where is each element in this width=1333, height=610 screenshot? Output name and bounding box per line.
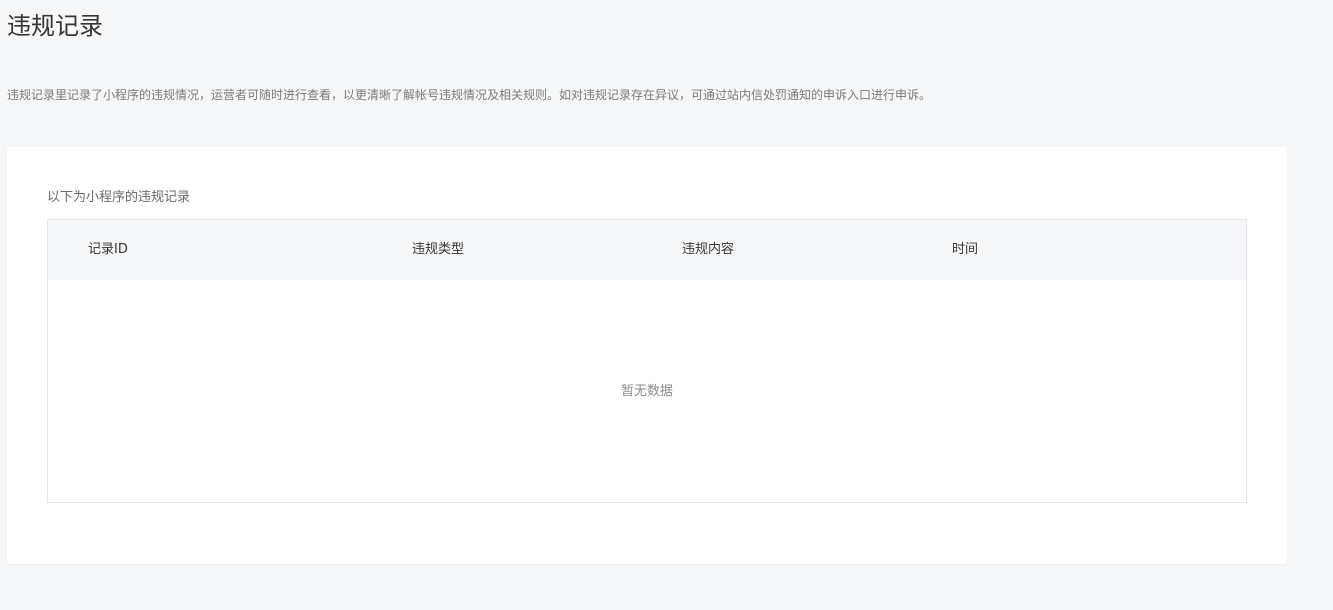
records-table: 记录ID 违规类型 违规内容 时间 暂无数据 [47,219,1247,503]
page-description: 违规记录里记录了小程序的违规情况，运营者可随时进行查看，以更清晰了解帐号违规情况… [7,88,932,102]
column-header-time: 时间 [952,242,979,257]
column-header-record-id: 记录ID [88,242,128,257]
violation-records-page: 违规记录 违规记录里记录了小程序的违规情况，运营者可随时进行查看，以更清晰了解帐… [0,0,1333,610]
page-title: 违规记录 [7,12,103,40]
column-header-violation-content: 违规内容 [682,242,735,257]
column-header-violation-type: 违规类型 [412,242,465,257]
empty-state-text: 暂无数据 [620,384,673,399]
table-header: 记录ID 违规类型 违规内容 时间 [48,220,1246,280]
records-card: 以下为小程序的违规记录 记录ID 违规类型 违规内容 时间 暂无数据 [7,147,1287,564]
records-subtitle: 以下为小程序的违规记录 [47,190,191,205]
